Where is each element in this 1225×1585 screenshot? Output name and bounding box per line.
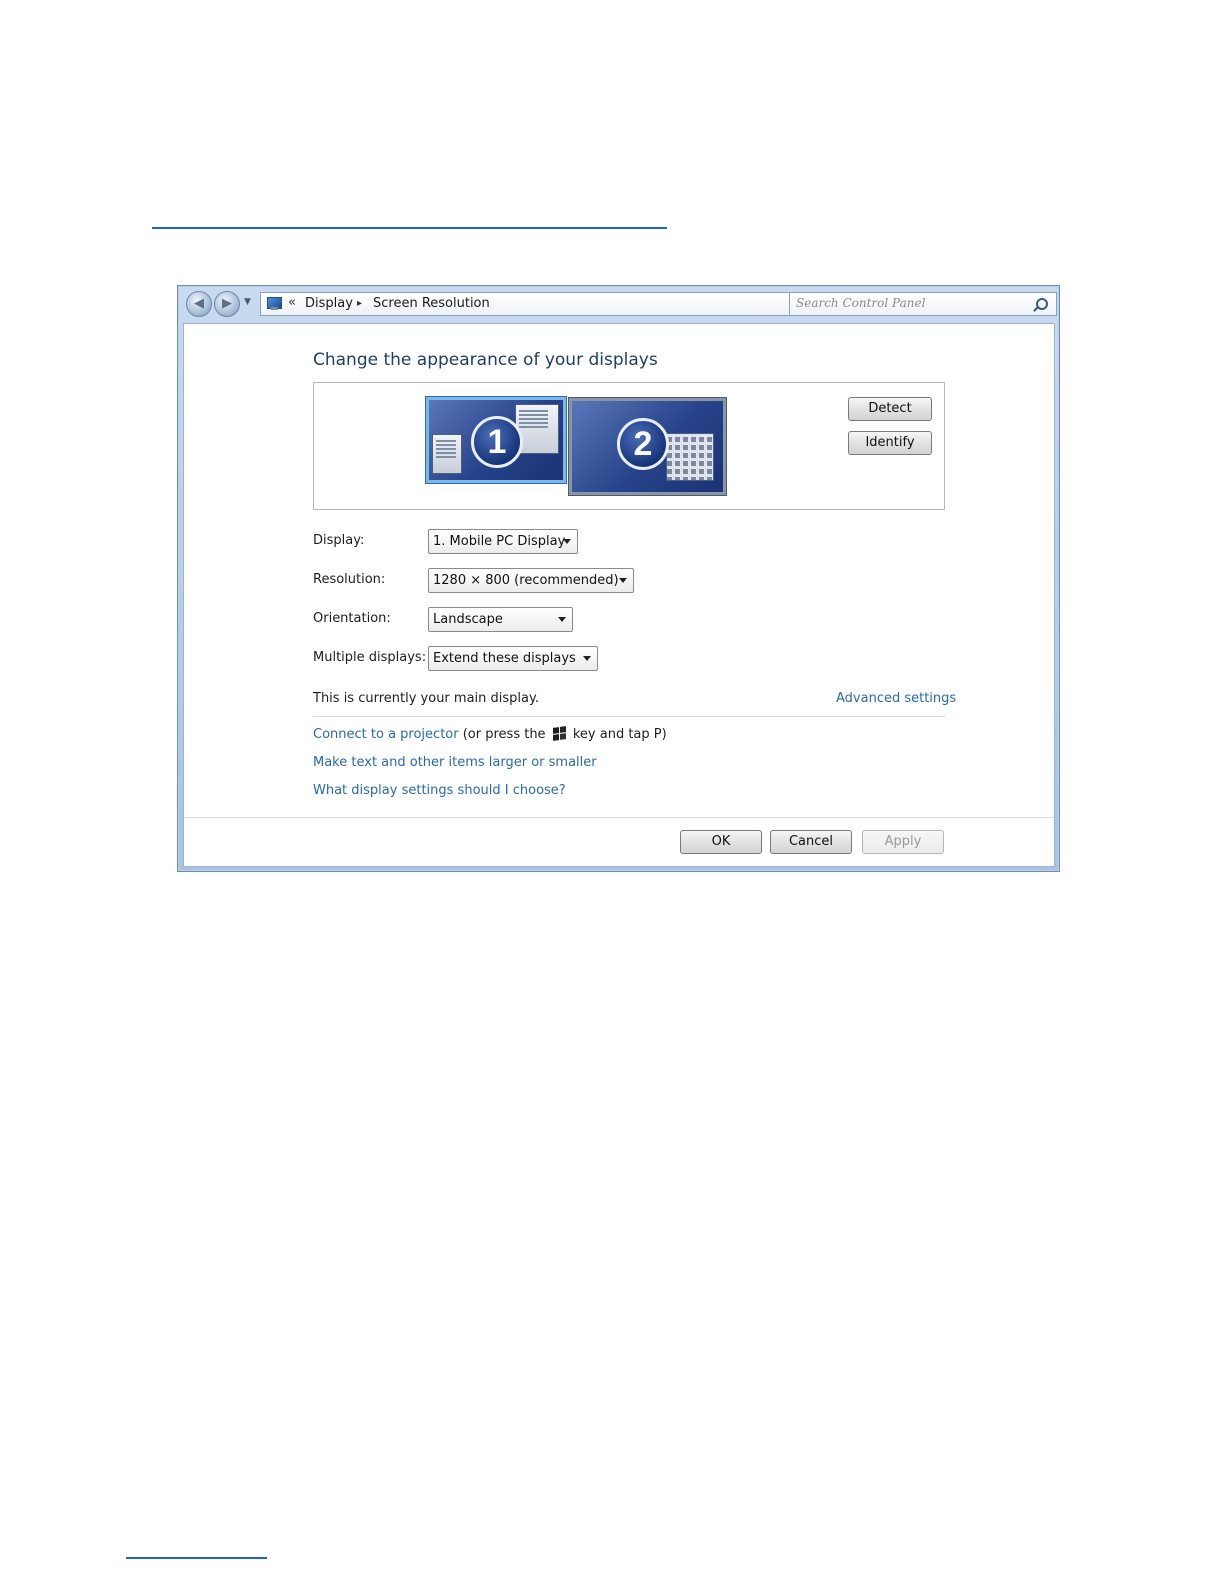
breadcrumb-display[interactable]: Display <box>305 296 353 311</box>
forward-arrow-icon: ▶ <box>222 296 232 311</box>
windows-logo-icon <box>552 726 566 741</box>
forward-button[interactable]: ▶ <box>214 291 240 317</box>
breadcrumb-overflow-icon[interactable]: « <box>288 295 296 310</box>
footnote-separator <box>126 1557 267 1559</box>
monitor-2-number: 2 <box>617 418 669 470</box>
monitor-1-window-thumbnail <box>432 434 462 474</box>
search-input[interactable] <box>796 296 1026 310</box>
back-arrow-icon: ◀ <box>194 296 204 311</box>
monitor-1-tile[interactable]: 1 <box>426 397 566 483</box>
monitor-arrangement-panel: 1 2 Detect Identify <box>313 382 945 510</box>
display-select[interactable]: 1. Mobile PC Display <box>428 529 578 554</box>
breadcrumb-separator-icon[interactable]: ▸ <box>357 298 362 309</box>
monitor-2-tile[interactable]: 2 <box>569 398 726 495</box>
chevron-down-icon <box>583 656 591 661</box>
divider <box>313 716 945 717</box>
orientation-label: Orientation: <box>313 611 391 626</box>
identify-button[interactable]: Identify <box>848 431 932 455</box>
display-select-value: 1. Mobile PC Display <box>433 534 566 549</box>
footer-divider <box>184 817 1054 818</box>
control-panel-icon <box>267 297 282 310</box>
page-title: Change the appearance of your displays <box>313 350 658 370</box>
main-display-status: This is currently your main display. <box>313 691 539 706</box>
ok-button[interactable]: OK <box>680 830 762 854</box>
projector-hint: Connect to a projector (or press the key… <box>313 726 667 742</box>
text-size-link[interactable]: Make text and other items larger or smal… <box>313 755 597 770</box>
projector-hint-text: (or press the <box>462 727 546 742</box>
multiple-displays-select-value: Extend these displays <box>433 651 576 666</box>
multiple-displays-label: Multiple displays: <box>313 650 427 665</box>
orientation-select-value: Landscape <box>433 612 503 627</box>
monitor-1-number: 1 <box>471 416 523 468</box>
display-label: Display: <box>313 533 365 548</box>
back-button[interactable]: ◀ <box>186 291 212 317</box>
resolution-select[interactable]: 1280 × 800 (recommended) <box>428 568 634 593</box>
detect-button[interactable]: Detect <box>848 397 932 421</box>
resolution-label: Resolution: <box>313 572 386 587</box>
multiple-displays-select[interactable]: Extend these displays <box>428 646 598 671</box>
search-box[interactable] <box>789 292 1057 316</box>
projector-hint-text-end: key and tap P) <box>572 727 667 742</box>
top-hyperlink-underline <box>152 227 667 229</box>
navigation-bar: ◀ ▶ ▼ « Display ▸ Screen Resolution ▼ ↻ <box>178 286 1059 322</box>
breadcrumb-screen-resolution[interactable]: Screen Resolution <box>373 296 490 311</box>
search-icon[interactable] <box>1036 298 1048 310</box>
chevron-down-icon <box>619 578 627 583</box>
recent-pages-dropdown-icon[interactable]: ▼ <box>244 297 251 307</box>
chevron-down-icon <box>558 617 566 622</box>
content-pane: Change the appearance of your displays 1… <box>183 323 1055 867</box>
screen-resolution-window: ◀ ▶ ▼ « Display ▸ Screen Resolution ▼ ↻ … <box>177 285 1060 872</box>
connect-projector-link[interactable]: Connect to a projector <box>313 727 459 742</box>
advanced-settings-link[interactable]: Advanced settings <box>836 691 956 706</box>
chevron-down-icon <box>563 539 571 544</box>
orientation-select[interactable]: Landscape <box>428 607 573 632</box>
display-settings-help-link[interactable]: What display settings should I choose? <box>313 783 566 798</box>
resolution-select-value: 1280 × 800 (recommended) <box>433 573 619 588</box>
cancel-button[interactable]: Cancel <box>770 830 852 854</box>
apply-button[interactable]: Apply <box>862 830 944 854</box>
monitor-2-window-thumbnail <box>666 433 714 481</box>
